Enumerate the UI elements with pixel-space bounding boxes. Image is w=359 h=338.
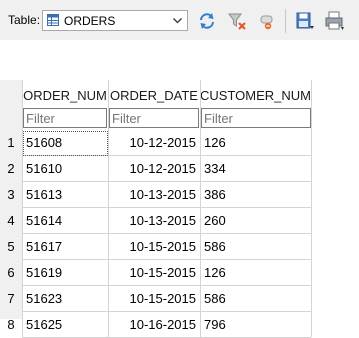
data-grid: ORDER_NUM ORDER_DATE CUSTOMER_NUM 151608… <box>0 40 359 338</box>
column-header-order-num[interactable]: ORDER_NUM <box>22 84 108 108</box>
grid-line <box>311 80 312 337</box>
chevron-down-icon[interactable] <box>172 15 183 26</box>
row-number: 2 <box>7 161 15 176</box>
toolbar: Table: ORDERS <box>0 0 359 40</box>
filter-input-customer-num[interactable] <box>201 108 311 128</box>
cell-order-date[interactable]: 10-12-2015 <box>110 130 197 156</box>
toolbar-separator <box>285 9 286 33</box>
table-select-value: ORDERS <box>64 14 116 28</box>
cell-order-date[interactable]: 10-12-2015 <box>110 156 197 182</box>
row-number: 5 <box>7 239 15 254</box>
cell-order-num[interactable]: 51617 <box>23 234 106 260</box>
cell-order-date[interactable]: 10-15-2015 <box>110 260 197 286</box>
cell-customer-num[interactable]: 386 <box>201 182 309 208</box>
table-label: Table: <box>8 13 41 27</box>
row-number: 1 <box>7 135 15 150</box>
cell-customer-num[interactable]: 260 <box>201 208 309 234</box>
refresh-icon[interactable] <box>196 10 218 32</box>
print-icon[interactable] <box>323 10 345 32</box>
cell-order-num[interactable]: 51613 <box>23 182 106 208</box>
delete-record-icon[interactable] <box>256 10 278 32</box>
cell-order-num[interactable]: 51619 <box>23 260 106 286</box>
column-header-customer-num[interactable]: CUSTOMER_NUM <box>200 84 311 108</box>
save-icon[interactable] <box>294 10 316 32</box>
table-select[interactable]: ORDERS <box>42 10 188 31</box>
row-number: 6 <box>7 265 15 280</box>
filter-input-order-date[interactable] <box>109 108 199 128</box>
cell-customer-num[interactable]: 796 <box>201 312 309 338</box>
cell-customer-num[interactable]: 126 <box>201 130 309 156</box>
cell-order-num[interactable]: 51623 <box>23 286 106 312</box>
cell-order-date[interactable]: 10-15-2015 <box>110 286 197 312</box>
cell-order-date[interactable]: 10-15-2015 <box>110 234 197 260</box>
cell-order-num[interactable]: 51614 <box>23 208 106 234</box>
focused-cell-outline <box>23 131 108 156</box>
table-icon <box>47 14 59 26</box>
grid-line <box>108 80 109 337</box>
row-number: 4 <box>7 213 15 228</box>
row-number: 7 <box>7 291 15 306</box>
cell-customer-num[interactable]: 126 <box>201 260 309 286</box>
row-number: 3 <box>7 187 15 202</box>
row-number: 8 <box>7 317 15 332</box>
cell-order-num[interactable]: 51610 <box>23 156 106 182</box>
cell-order-num[interactable]: 51625 <box>23 312 106 338</box>
filter-input-order-num[interactable] <box>23 108 107 128</box>
cell-customer-num[interactable]: 334 <box>201 156 309 182</box>
cell-customer-num[interactable]: 586 <box>201 234 309 260</box>
cell-order-date[interactable]: 10-16-2015 <box>110 312 197 338</box>
clear-filter-icon[interactable] <box>226 10 248 32</box>
column-header-order-date[interactable]: ORDER_DATE <box>108 84 200 108</box>
cell-order-date[interactable]: 10-13-2015 <box>110 208 197 234</box>
cell-customer-num[interactable]: 586 <box>201 286 309 312</box>
cell-order-date[interactable]: 10-13-2015 <box>110 182 197 208</box>
